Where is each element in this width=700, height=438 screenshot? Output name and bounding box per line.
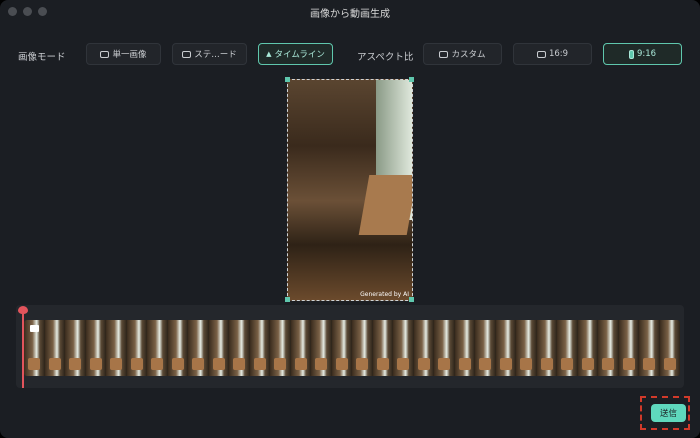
- clip-thumbnail: [639, 320, 660, 376]
- resize-handle[interactable]: [285, 297, 290, 302]
- clip-thumbnail: [557, 320, 578, 376]
- button-label: タイムライン: [274, 50, 325, 60]
- clip-thumbnail: [536, 320, 557, 376]
- clip-thumbnail: [331, 320, 352, 376]
- clip-thumbnail: [126, 320, 147, 376]
- landscape-icon: [536, 50, 546, 58]
- aspect-16-9-button[interactable]: 16:9: [513, 43, 592, 65]
- clip-thumbnail: [85, 320, 106, 376]
- title-bar: 画像から動画生成: [0, 0, 700, 24]
- button-label: 9:16: [636, 49, 657, 59]
- minimize-button[interactable]: [23, 7, 32, 16]
- clip-thumbnail: [372, 320, 393, 376]
- clip-thumbnail: [577, 320, 598, 376]
- close-button[interactable]: [8, 7, 17, 16]
- button-label: カスタム: [451, 50, 486, 60]
- clip-thumbnail: [229, 320, 250, 376]
- clip-thumbnail: [147, 320, 168, 376]
- clip-thumbnail: [208, 320, 229, 376]
- playhead-handle[interactable]: [18, 306, 28, 314]
- clip-thumbnail: [249, 320, 270, 376]
- clip-thumbnail: [167, 320, 188, 376]
- ai-watermark: Generated by AI: [360, 291, 409, 298]
- preview-counter: [358, 175, 412, 235]
- clip-thumbnail: [413, 320, 434, 376]
- clip-thumbnail: [495, 320, 516, 376]
- send-button[interactable]: 送信: [651, 404, 686, 422]
- clip-thumbnail: [106, 320, 127, 376]
- button-label: 単一画像: [112, 50, 147, 60]
- clip-thumbnail: [44, 320, 65, 376]
- clip-thumbnail: [475, 320, 496, 376]
- clip-thumbnail: [393, 320, 414, 376]
- timeline-icon: ▲: [266, 50, 272, 58]
- mode-start-end-button[interactable]: ステ…ード: [172, 43, 247, 65]
- resize-handle[interactable]: [285, 77, 290, 82]
- app-window: 画像から動画生成 画像モード 単一画像 ステ…ード ▲ タイムライン アスペクト比…: [0, 0, 700, 438]
- playhead[interactable]: [22, 310, 24, 388]
- landscape-icon: [439, 50, 449, 58]
- aspect-custom-button[interactable]: カスタム: [423, 43, 502, 65]
- clip-thumbnail: [659, 320, 680, 376]
- video-clip-icon: [30, 325, 39, 332]
- clip-thumbnail: [434, 320, 455, 376]
- aspect-9-16-button[interactable]: 9:16: [603, 43, 682, 65]
- clip-thumbnail: [270, 320, 291, 376]
- button-label: 16:9: [548, 49, 569, 59]
- video-preview[interactable]: Generated by AI: [287, 79, 413, 301]
- button-label: ステ…ード: [194, 50, 237, 60]
- clip-thumbnail: [352, 320, 373, 376]
- clip-thumbnail: [618, 320, 639, 376]
- resize-handle[interactable]: [409, 77, 414, 82]
- window-controls: [8, 7, 47, 16]
- timeline-panel: [16, 305, 684, 388]
- clip-thumbnail: [188, 320, 209, 376]
- clip-thumbnail: [516, 320, 537, 376]
- clip-thumbnail: [454, 320, 475, 376]
- portrait-icon: [628, 49, 634, 59]
- clip-thumbnail: [311, 320, 332, 376]
- clip-thumbnail: [65, 320, 86, 376]
- aspect-ratio-label: アスペクト比: [357, 52, 414, 63]
- options-row: 画像モード 単一画像 ステ…ード ▲ タイムライン アスペクト比 カスタム 16:…: [0, 43, 700, 67]
- image-icon: [100, 50, 110, 58]
- video-clip-track[interactable]: [24, 320, 680, 376]
- image-icon: [182, 50, 192, 58]
- resize-handle[interactable]: [409, 297, 414, 302]
- window-title: 画像から動画生成: [310, 8, 390, 20]
- mode-timeline-button[interactable]: ▲ タイムライン: [258, 43, 333, 65]
- clip-thumbnail: [290, 320, 311, 376]
- zoom-button[interactable]: [38, 7, 47, 16]
- clip-thumbnail: [598, 320, 619, 376]
- mode-single-image-button[interactable]: 単一画像: [86, 43, 161, 65]
- image-mode-label: 画像モード: [18, 52, 66, 63]
